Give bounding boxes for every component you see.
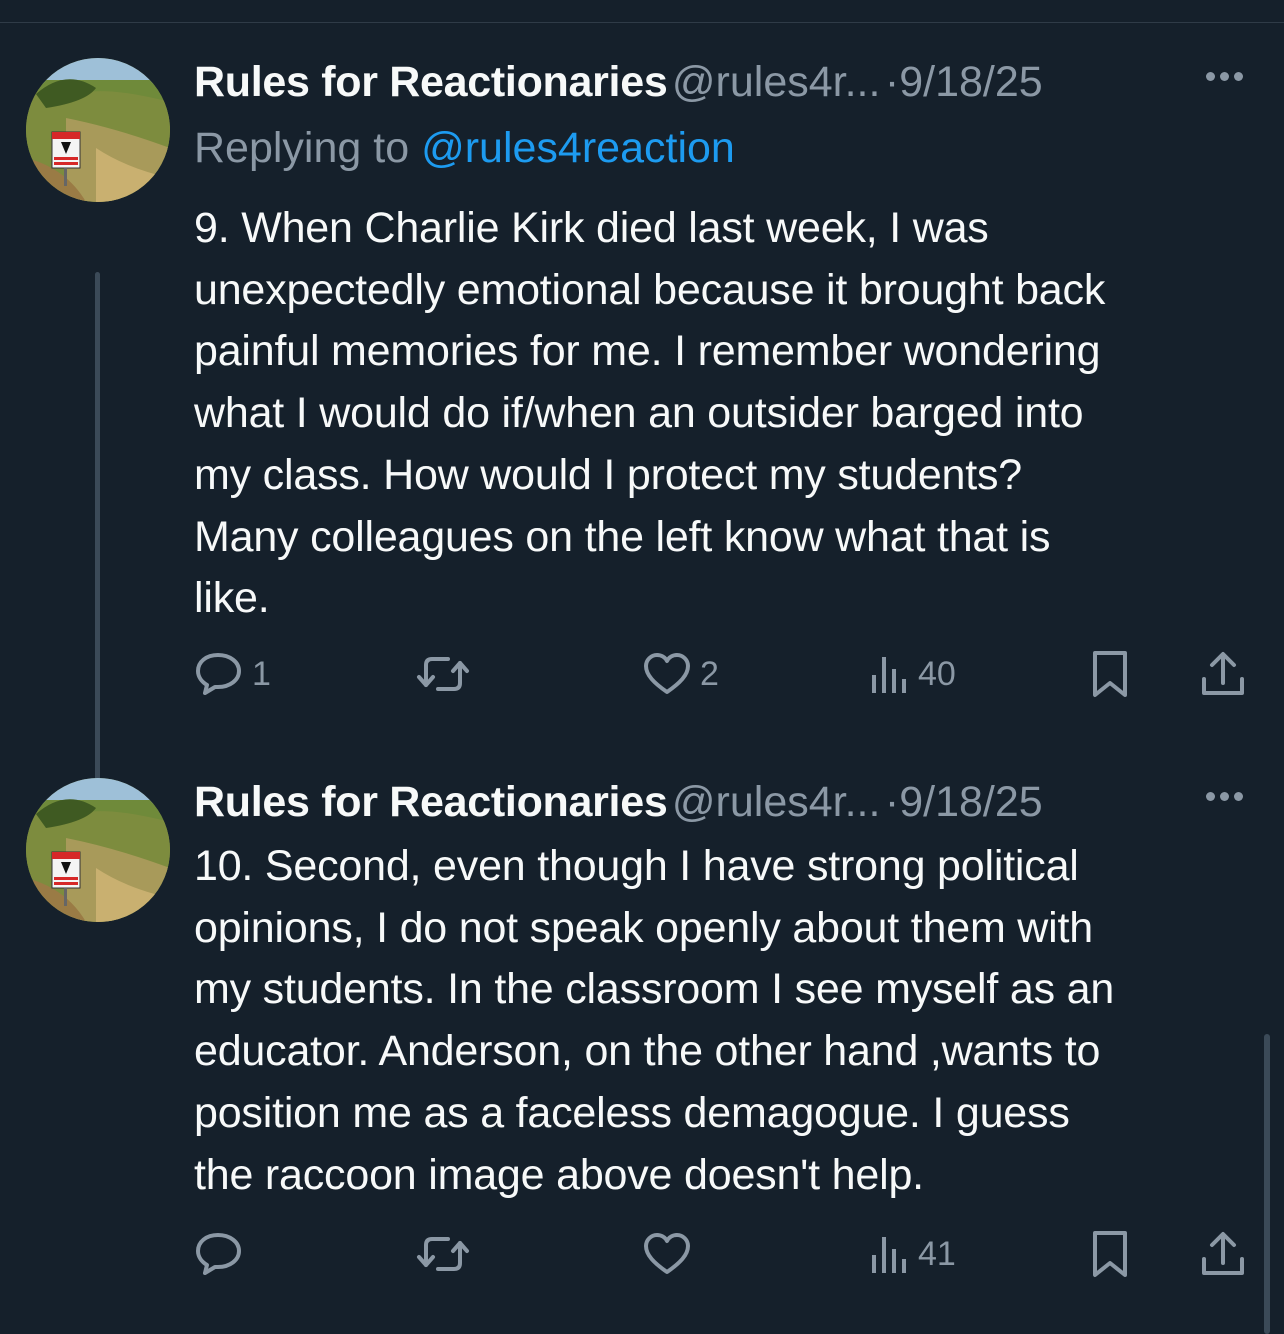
top-divider bbox=[0, 22, 1284, 23]
bookmark-icon bbox=[1093, 1231, 1127, 1277]
views-button[interactable]: 40 bbox=[870, 648, 956, 700]
reply-count: 1 bbox=[252, 654, 271, 693]
tweet[interactable]: Rules for Reactionaries @rules4r... ·9/1… bbox=[0, 58, 1284, 825]
reply-button[interactable]: 1 bbox=[194, 648, 271, 700]
repost-icon bbox=[417, 1237, 469, 1271]
heart-icon bbox=[644, 1233, 690, 1274]
repost-button[interactable] bbox=[416, 648, 470, 700]
share-icon bbox=[1202, 652, 1244, 695]
view-count: 40 bbox=[918, 654, 956, 693]
bookmark-button[interactable] bbox=[1090, 1228, 1130, 1280]
reply-button[interactable] bbox=[194, 1228, 252, 1280]
author-handle[interactable]: @rules4r... bbox=[672, 778, 881, 826]
tweet-text: 9. When Charlie Kirk died last week, I w… bbox=[194, 204, 1106, 623]
tweet-header: Rules for Reactionaries @rules4r... ·9/1… bbox=[194, 778, 1254, 830]
author-name[interactable]: Rules for Reactionaries bbox=[194, 778, 668, 826]
share-icon bbox=[1202, 1232, 1244, 1275]
heart-icon bbox=[644, 653, 690, 694]
more-options-icon[interactable] bbox=[1206, 788, 1254, 808]
tweet-date[interactable]: 9/18/25 bbox=[899, 58, 1042, 106]
share-button[interactable] bbox=[1200, 648, 1246, 700]
bookmark-button[interactable] bbox=[1090, 648, 1130, 700]
tweet[interactable]: Rules for Reactionaries @rules4r... ·9/1… bbox=[0, 778, 1284, 1318]
like-button[interactable]: 2 bbox=[642, 648, 719, 700]
bar-chart-icon bbox=[872, 657, 906, 693]
scrollbar[interactable] bbox=[1264, 1034, 1270, 1334]
avatar[interactable] bbox=[26, 778, 170, 922]
avatar[interactable] bbox=[26, 58, 170, 202]
author-handle[interactable]: @rules4r... bbox=[672, 58, 881, 106]
repost-icon bbox=[417, 657, 469, 691]
thread-connector-line bbox=[95, 272, 100, 825]
replying-to: Replying to @rules4reaction bbox=[194, 124, 735, 173]
reply-icon bbox=[196, 1233, 241, 1275]
reply-icon bbox=[196, 653, 241, 695]
replying-to-mention-link[interactable]: @rules4reaction bbox=[421, 124, 735, 172]
tweet-date[interactable]: 9/18/25 bbox=[899, 778, 1042, 826]
tweet-actions: 1 2 40 bbox=[194, 648, 1254, 708]
bar-chart-icon bbox=[872, 1237, 906, 1273]
share-button[interactable] bbox=[1200, 1228, 1246, 1280]
view-count: 41 bbox=[918, 1234, 956, 1273]
more-options-icon[interactable] bbox=[1206, 68, 1254, 88]
tweet-text: 10. Second, even though I have strong po… bbox=[194, 842, 1115, 1199]
replying-to-label: Replying to bbox=[194, 124, 422, 172]
tweet-actions: 41 bbox=[194, 1228, 1254, 1288]
separator-dot: · bbox=[884, 58, 900, 106]
author-name[interactable]: Rules for Reactionaries bbox=[194, 58, 668, 106]
tweet-header: Rules for Reactionaries @rules4r... ·9/1… bbox=[194, 58, 1254, 110]
repost-button[interactable] bbox=[416, 1228, 470, 1280]
like-count: 2 bbox=[700, 654, 719, 693]
views-button[interactable]: 41 bbox=[870, 1228, 956, 1280]
bookmark-icon bbox=[1093, 651, 1127, 697]
separator-dot: · bbox=[884, 778, 900, 826]
like-button[interactable] bbox=[642, 1228, 692, 1280]
